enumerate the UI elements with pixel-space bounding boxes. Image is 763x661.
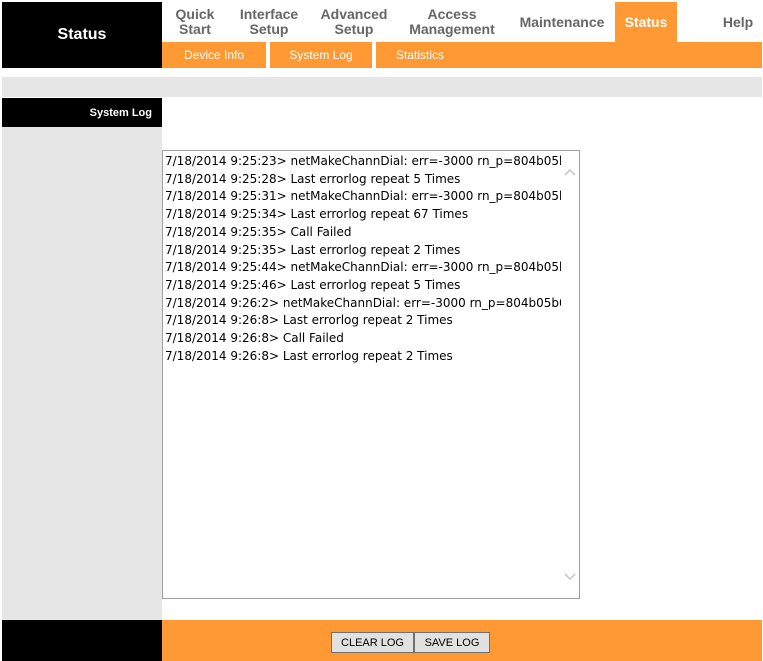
log-line: 7/18/2014 9:26:8> Last errorlog repeat 2…: [165, 313, 453, 328]
nav-maintenance[interactable]: Maintenance: [514, 2, 610, 42]
nav-advanced-setup[interactable]: Advanced Setup: [314, 2, 394, 42]
log-line: 7/18/2014 9:25:35> Last errorlog repeat …: [165, 242, 461, 257]
log-line: 7/18/2014 9:26:8> Last errorlog repeat 2…: [165, 348, 453, 363]
footer-left-block: [2, 620, 162, 661]
router-status-page: Status Quick Start Interface Setup Advan…: [0, 0, 763, 661]
log-line: 7/18/2014 9:26:8> Call Failed: [165, 331, 344, 346]
nav-maintenance-label: Maintenance: [519, 13, 605, 30]
nav-help-label: Help: [722, 13, 754, 30]
nav-advanced-setup-label: Advanced Setup: [320, 6, 388, 37]
subnav-statistics[interactable]: Statistics: [376, 42, 464, 68]
nav-access-management-label: Access Management: [409, 6, 495, 37]
system-log-textarea[interactable]: 7/18/2014 9:25:23> netMakeChannDial: err…: [162, 150, 580, 599]
clear-log-label: CLEAR LOG: [341, 636, 404, 649]
log-line: 7/18/2014 9:25:35> Call Failed: [165, 224, 352, 239]
log-line: 7/18/2014 9:25:28> Last errorlog repeat …: [165, 171, 461, 186]
top-navigation: Quick Start Interface Setup Advanced Set…: [162, 2, 762, 42]
section-title: System Log: [2, 98, 162, 127]
log-lines: 7/18/2014 9:25:23> netMakeChannDial: err…: [165, 153, 561, 365]
nav-status[interactable]: Status: [615, 2, 677, 42]
subnav-system-log[interactable]: System Log: [270, 42, 372, 68]
subnav-device-info[interactable]: Device Info: [162, 42, 266, 68]
subnav-system-log-label: System Log: [289, 48, 353, 62]
subnav-statistics-label: Statistics: [395, 48, 444, 62]
page-brand-title: Status: [2, 2, 162, 68]
nav-interface-setup[interactable]: Interface Setup: [232, 2, 306, 42]
nav-interface-setup-label: Interface Setup: [239, 6, 299, 37]
left-sidebar-panel: [2, 98, 162, 620]
chevron-down-icon[interactable]: [562, 569, 578, 585]
save-log-button[interactable]: SAVE LOG: [414, 632, 490, 653]
header-divider-bar: [2, 77, 762, 97]
clear-log-button[interactable]: CLEAR LOG: [331, 632, 414, 653]
nav-access-management[interactable]: Access Management: [402, 2, 502, 42]
nav-quick-start-label: Quick Start: [175, 6, 215, 37]
log-line: 7/18/2014 9:25:23> netMakeChannDial: err…: [165, 154, 561, 168]
log-line: 7/18/2014 9:25:46> Last errorlog repeat …: [165, 277, 461, 292]
nav-help[interactable]: Help: [714, 2, 762, 42]
sub-navigation: Device Info System Log Statistics: [162, 42, 762, 68]
nav-quick-start[interactable]: Quick Start: [162, 2, 228, 42]
subnav-device-info-label: Device Info: [183, 48, 245, 62]
footer-bar: CLEAR LOG SAVE LOG: [162, 620, 762, 661]
log-line: 7/18/2014 9:25:44> netMakeChannDial: err…: [165, 260, 561, 275]
save-log-label: SAVE LOG: [424, 636, 480, 649]
chevron-up-icon[interactable]: [562, 164, 578, 180]
log-line: 7/18/2014 9:26:2> netMakeChannDial: err=…: [165, 295, 561, 310]
section-title-text: System Log: [89, 106, 152, 119]
log-line: 7/18/2014 9:25:34> Last errorlog repeat …: [165, 207, 469, 222]
nav-status-label: Status: [624, 13, 668, 30]
log-line: 7/18/2014 9:25:31> netMakeChannDial: err…: [165, 189, 561, 204]
brand-title-text: Status: [57, 26, 107, 43]
